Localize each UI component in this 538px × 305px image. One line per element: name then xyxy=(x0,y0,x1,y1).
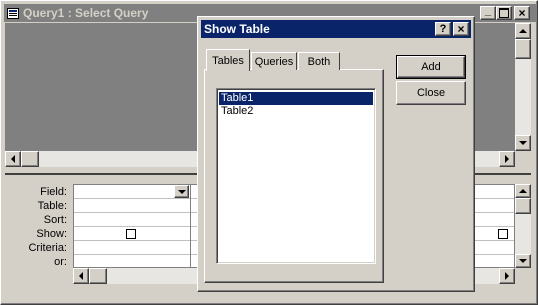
scroll-down-button[interactable] xyxy=(515,135,531,151)
close-button-label: Close xyxy=(416,87,446,99)
help-button[interactable]: ? xyxy=(435,22,451,36)
grid-scroll-thumb[interactable] xyxy=(515,198,531,214)
tab-tables-label: Tables xyxy=(212,54,244,67)
grid-label-show: Show: xyxy=(36,228,67,240)
dialog-title: Show Table xyxy=(204,22,270,36)
show-table-dialog: Show Table ? × Tables Queries Both Table… xyxy=(197,16,475,292)
scroll-thumb[interactable] xyxy=(515,39,531,59)
scroll-left-button[interactable] xyxy=(5,151,21,167)
help-icon: ? xyxy=(439,23,447,35)
grid-scroll-thumb-horizontal[interactable] xyxy=(89,268,107,284)
size-grip xyxy=(515,151,531,167)
scroll-up-button[interactable] xyxy=(515,23,531,39)
grid-label-table: Table: xyxy=(37,200,67,212)
minimize-button[interactable]: _ xyxy=(480,5,496,20)
minimize-icon: _ xyxy=(484,5,492,17)
table-list[interactable]: Table1 Table2 xyxy=(216,88,376,264)
dialog-close-button[interactable]: × xyxy=(453,22,469,36)
add-button-label: Add xyxy=(421,61,441,73)
dialog-titlebar[interactable]: Show Table xyxy=(201,20,471,38)
close-icon: × xyxy=(518,6,526,20)
maximize-button[interactable] xyxy=(496,6,512,20)
tab-both-label: Both xyxy=(307,55,331,68)
scroll-right-button[interactable] xyxy=(499,151,515,167)
close-icon: × xyxy=(457,22,465,36)
query-icon xyxy=(7,7,19,19)
tab-queries-label: Queries xyxy=(254,55,294,68)
grid-label-criteria: Criteria: xyxy=(28,242,67,254)
grid-scroll-left-button[interactable] xyxy=(73,268,89,284)
field-dropdown-button[interactable] xyxy=(174,185,189,198)
list-item[interactable]: Table2 xyxy=(219,105,373,118)
tab-both[interactable]: Both xyxy=(298,52,340,70)
grid-scroll-right-button[interactable] xyxy=(499,268,515,284)
table-pane-vscrollbar[interactable] xyxy=(515,23,531,151)
add-button[interactable]: Add xyxy=(396,55,466,79)
tab-queries[interactable]: Queries xyxy=(251,52,297,70)
show-checkbox[interactable] xyxy=(498,229,508,239)
grid-vscrollbar[interactable] xyxy=(515,184,531,268)
list-item[interactable]: Table1 xyxy=(219,92,373,105)
show-checkbox[interactable] xyxy=(126,229,136,239)
maximize-icon xyxy=(499,8,509,18)
tab-tables[interactable]: Tables xyxy=(206,49,250,71)
grid-label-or: or: xyxy=(54,256,67,268)
grid-scroll-down-button[interactable] xyxy=(515,254,531,268)
close-button[interactable]: Close xyxy=(396,81,466,105)
grid-label-field: Field: xyxy=(40,186,67,198)
grid-scroll-up-button[interactable] xyxy=(515,184,531,198)
chevron-down-icon xyxy=(177,189,186,194)
close-window-button[interactable]: × xyxy=(514,6,530,20)
query-window-title: Query1 : Select Query xyxy=(23,6,149,20)
grid-label-sort: Sort: xyxy=(43,214,67,226)
scroll-thumb-horizontal[interactable] xyxy=(21,151,39,167)
